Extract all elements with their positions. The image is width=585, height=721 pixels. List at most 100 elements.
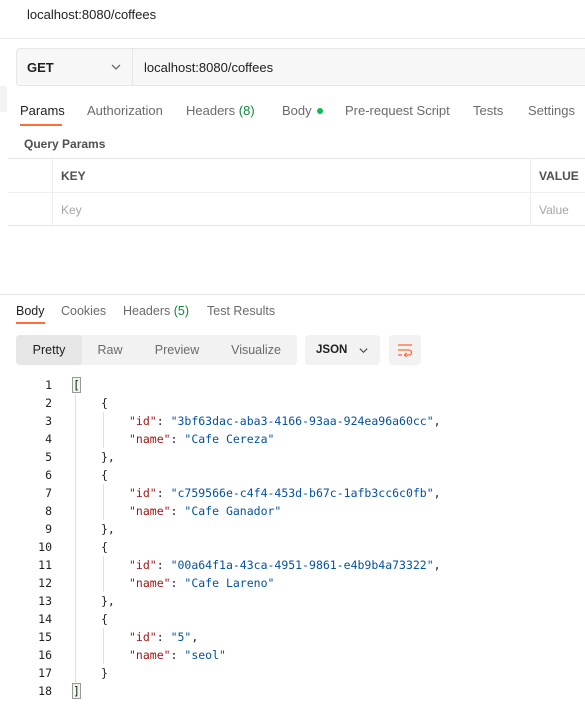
code-text: { xyxy=(101,538,108,556)
value-input[interactable]: Value xyxy=(539,203,569,217)
json-string-value: "Cafe Lareno" xyxy=(184,576,275,590)
line-number: 14 xyxy=(38,612,52,626)
wrap-lines-icon xyxy=(398,344,413,357)
view-preview-button[interactable]: Preview xyxy=(142,335,212,365)
code-line: 7 "id": "c759566e-c4f4-453d-b67c-1afb3cc6… xyxy=(0,484,585,502)
code-line: 5}, xyxy=(0,448,585,466)
chevron-down-icon xyxy=(359,348,368,354)
line-number: 5 xyxy=(45,450,52,464)
line-number: 4 xyxy=(45,432,52,446)
line-number: 18 xyxy=(38,684,52,698)
code-line: 4 "name": "Cafe Cereza" xyxy=(0,430,585,448)
line-number: 17 xyxy=(38,666,52,680)
column-header-key: KEY xyxy=(61,169,86,183)
line-number: 7 xyxy=(45,486,52,500)
json-key: "name" xyxy=(129,504,171,518)
response-tab-headers[interactable]: Headers (5) xyxy=(123,304,189,318)
json-key: "id" xyxy=(129,486,157,500)
json-key: "name" xyxy=(129,432,171,446)
header-divider xyxy=(0,38,585,39)
json-key: "name" xyxy=(129,576,171,590)
query-params-table: KEY VALUE Key Value xyxy=(8,158,585,226)
query-params-heading: Query Params xyxy=(24,137,106,151)
window-title: localhost:8080/coffees xyxy=(27,7,157,22)
indent-guide xyxy=(75,394,76,682)
response-active-tab-indicator xyxy=(16,322,45,324)
json-string-value: "Cafe Ganador" xyxy=(184,504,282,518)
code-line: 11 "id": "00a64f1a-43ca-4951-9861-e4b9b4a… xyxy=(0,556,585,574)
tab-body[interactable]: Body xyxy=(282,103,323,118)
json-punctuation: : xyxy=(170,432,185,446)
code-text: { xyxy=(101,466,108,484)
code-text: ] xyxy=(72,682,81,700)
line-number: 12 xyxy=(38,576,52,590)
format-select[interactable]: JSON xyxy=(305,335,380,365)
code-line: 14 { xyxy=(0,610,585,628)
line-number: 15 xyxy=(38,630,52,644)
tab-settings[interactable]: Settings xyxy=(528,103,575,118)
url-input[interactable]: localhost:8080/coffees xyxy=(144,60,273,75)
view-raw-button[interactable]: Raw xyxy=(86,335,134,365)
code-text: "id": "00a64f1a-43ca-4951-9861-e4b9b4a73… xyxy=(129,556,441,574)
line-number: 8 xyxy=(45,504,52,518)
response-tab-cookies[interactable]: Cookies xyxy=(61,304,106,318)
code-text: "name": "Cafe Cereza" xyxy=(129,430,274,448)
json-punctuation: { xyxy=(101,468,108,482)
response-tab-test-results[interactable]: Test Results xyxy=(207,304,275,318)
json-punctuation: , xyxy=(191,630,199,644)
indent-guide xyxy=(103,628,104,664)
tab-params[interactable]: Params xyxy=(20,103,65,118)
json-key: "id" xyxy=(129,558,157,572)
code-text: { xyxy=(101,610,108,628)
row-divider xyxy=(8,192,585,193)
code-text: "id": "5", xyxy=(129,628,198,646)
line-number: 9 xyxy=(45,522,52,536)
line-number: 16 xyxy=(38,648,52,662)
json-punctuation: }, xyxy=(101,594,115,608)
code-line: 6{ xyxy=(0,466,585,484)
tab-headers-label: Headers xyxy=(186,103,236,118)
line-number: 11 xyxy=(38,558,52,572)
json-punctuation: : xyxy=(156,414,171,428)
response-tab-body[interactable]: Body xyxy=(16,304,45,318)
json-string-value: "seol" xyxy=(184,648,226,662)
line-number: 1 xyxy=(45,378,52,392)
format-label: JSON xyxy=(316,344,348,356)
response-divider xyxy=(0,294,585,295)
tab-authorization[interactable]: Authorization xyxy=(87,103,163,118)
matched-bracket: ] xyxy=(72,683,81,699)
json-punctuation: : xyxy=(170,504,185,518)
json-punctuation: } xyxy=(101,666,108,680)
json-punctuation: , xyxy=(433,558,441,572)
tab-headers[interactable]: Headers (8) xyxy=(186,103,255,118)
key-input[interactable]: Key xyxy=(61,203,82,217)
code-line: 8 "name": "Cafe Ganador" xyxy=(0,502,585,520)
json-string-value: "3bf63dac-aba3-4166-93aa-924ea96a60cc" xyxy=(170,414,434,428)
tab-tests[interactable]: Tests xyxy=(473,103,503,118)
code-line: 3 "id": "3bf63dac-aba3-4166-93aa-924ea96a… xyxy=(0,412,585,430)
code-line: 9}, xyxy=(0,520,585,538)
code-line: 12 "name": "Cafe Lareno" xyxy=(0,574,585,592)
method-select[interactable]: GET xyxy=(17,49,133,85)
code-line: 17} xyxy=(0,664,585,682)
view-pretty-button[interactable]: Pretty xyxy=(16,335,82,365)
column-header-value: VALUE xyxy=(539,169,579,183)
json-punctuation: , xyxy=(433,414,441,428)
code-text: "id": "c759566e-c4f4-453d-b67c-1afb3cc6c… xyxy=(129,484,441,502)
tab-pre-request-script[interactable]: Pre-request Script xyxy=(345,103,450,118)
matched-bracket: [ xyxy=(72,377,81,393)
request-url-bar: GET localhost:8080/coffees xyxy=(16,48,585,86)
code-text: { xyxy=(101,394,108,412)
active-tab-indicator xyxy=(20,124,62,126)
json-string-value: "5" xyxy=(170,630,192,644)
json-punctuation: , xyxy=(433,486,441,500)
view-visualize-button[interactable]: Visualize xyxy=(220,335,292,365)
wrap-lines-button[interactable] xyxy=(389,335,421,365)
json-string-value: "00a64f1a-43ca-4951-9861-e4b9b4a73322" xyxy=(170,558,434,572)
request-tabs: Params Authorization Headers (8) Body Pr… xyxy=(0,100,585,128)
code-line: 2{ xyxy=(0,394,585,412)
indent-guide xyxy=(103,556,104,592)
code-text: [ xyxy=(72,376,81,394)
tab-body-label: Body xyxy=(282,103,312,118)
method-label: GET xyxy=(27,60,54,75)
